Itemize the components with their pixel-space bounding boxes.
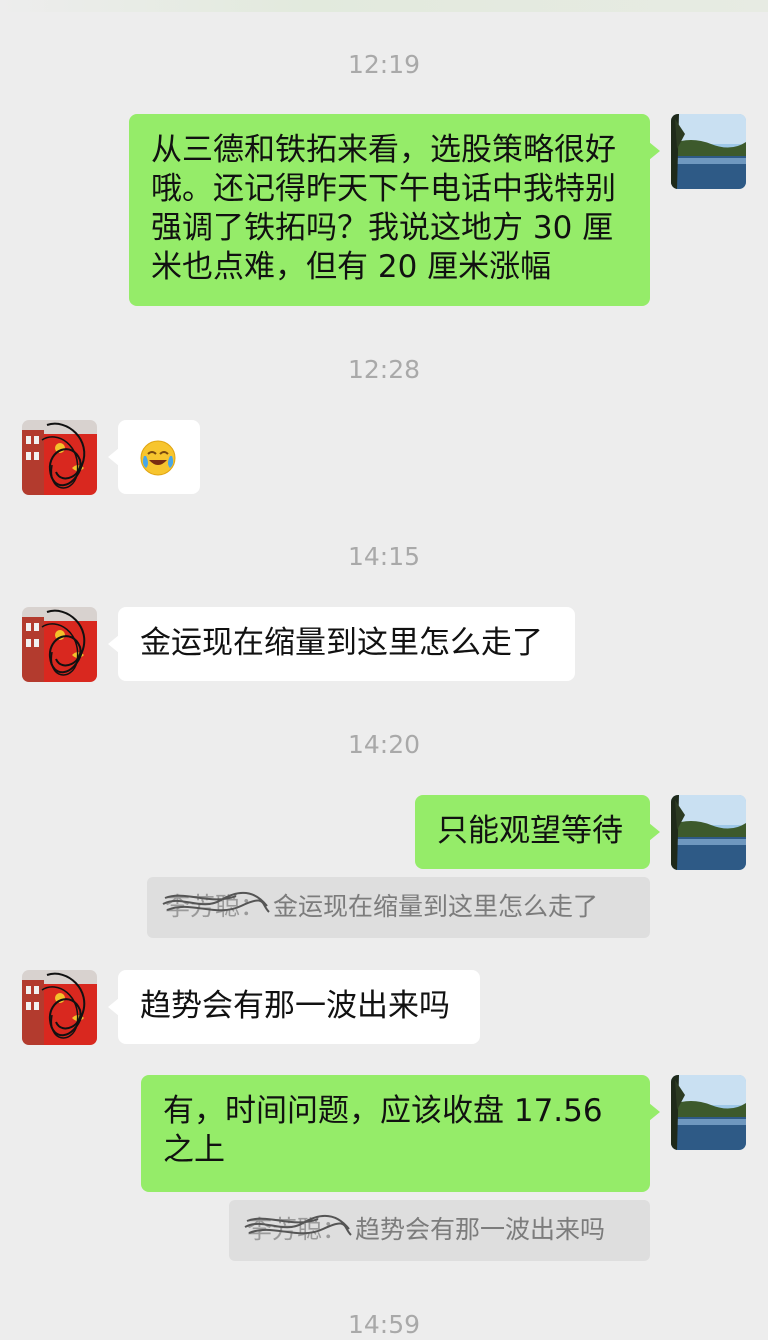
status-bar-edge bbox=[0, 0, 768, 12]
timestamp: 12:19 bbox=[347, 50, 421, 79]
message-bubble-other[interactable]: 金运现在缩量到这里怎么走了 bbox=[108, 607, 575, 681]
timestamp: 14:20 bbox=[347, 730, 421, 759]
red-flag-building-icon bbox=[22, 970, 97, 1045]
timestamp: 14:15 bbox=[347, 542, 421, 571]
message-text: 趋势会有那一波出来吗 bbox=[140, 988, 450, 1024]
self-avatar[interactable] bbox=[671, 1075, 746, 1150]
lake-landscape-icon bbox=[671, 795, 746, 870]
redaction-scribble bbox=[244, 1214, 352, 1236]
timestamp: 14:59 bbox=[347, 1310, 421, 1339]
quoted-reply[interactable]: 李芳聪： 趋势会有那一波出来吗 bbox=[229, 1200, 650, 1261]
message-bubble-self[interactable]: 只能观望等待 bbox=[415, 795, 660, 869]
message-bubble-self[interactable]: 有，时间问题，应该收盘 17.56 之上 bbox=[141, 1075, 660, 1192]
message-text: 金运现在缩量到这里怎么走了 bbox=[140, 625, 543, 661]
red-flag-building-icon bbox=[22, 607, 97, 682]
message-bubble-other[interactable] bbox=[108, 420, 200, 494]
message-text: 有，时间问题，应该收盘 17.56 之上 bbox=[163, 1093, 603, 1168]
message-bubble-self[interactable]: 从三德和铁拓来看，选股策略很好哦。还记得昨天下午电话中我特别强调了铁拓吗？我说这… bbox=[129, 114, 660, 306]
redaction-scribble bbox=[162, 891, 270, 913]
self-avatar[interactable] bbox=[671, 795, 746, 870]
lake-landscape-icon bbox=[671, 1075, 746, 1150]
lake-landscape-icon bbox=[671, 114, 746, 189]
contact-avatar[interactable] bbox=[22, 420, 97, 495]
quoted-reply[interactable]: 李芳聪： 金运现在缩量到这里怎么走了 bbox=[147, 877, 650, 938]
quoted-text: 金运现在缩量到这里怎么走了 bbox=[272, 892, 598, 921]
red-flag-building-icon bbox=[22, 420, 97, 495]
timestamp: 12:28 bbox=[347, 355, 421, 384]
self-avatar[interactable] bbox=[671, 114, 746, 189]
message-text: 只能观望等待 bbox=[437, 813, 623, 849]
contact-avatar[interactable] bbox=[22, 607, 97, 682]
quoted-text: 趋势会有那一波出来吗 bbox=[354, 1215, 605, 1244]
message-text: 从三德和铁拓来看，选股策略很好哦。还记得昨天下午电话中我特别强调了铁拓吗？我说这… bbox=[151, 132, 616, 285]
message-bubble-other[interactable]: 趋势会有那一波出来吗 bbox=[108, 970, 480, 1044]
contact-avatar[interactable] bbox=[22, 970, 97, 1045]
crying-laughing-face-emoji-icon bbox=[140, 440, 176, 476]
